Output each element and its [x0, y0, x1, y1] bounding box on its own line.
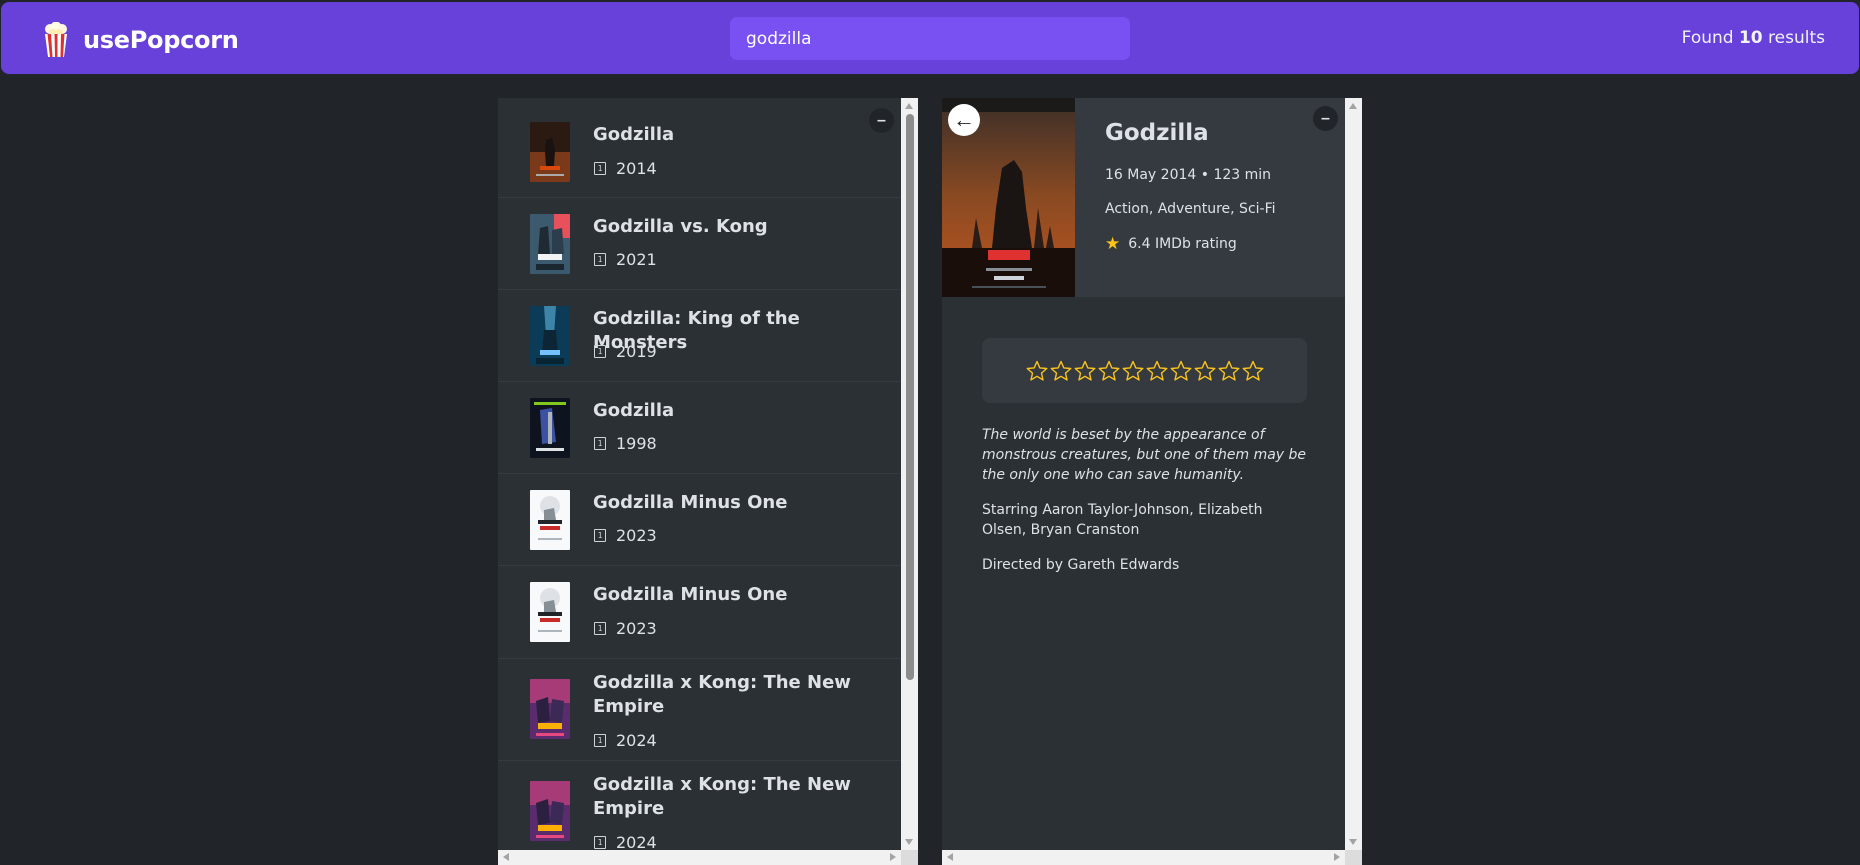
horizontal-scrollbar[interactable] — [942, 850, 1345, 865]
rating-star-icon[interactable] — [1169, 359, 1193, 383]
movie-details-box: – ← Godzilla 16 May 2014 • 123 min Actio… — [942, 98, 1362, 865]
movie-year-row: 1 2024 — [594, 731, 657, 750]
search-input[interactable] — [730, 17, 1130, 60]
star-rating[interactable] — [1025, 359, 1265, 383]
movie-title: Godzilla Minus One — [593, 584, 788, 605]
poster-thumbnail — [530, 582, 570, 642]
navbar: usePopcorn Found 10 results — [1, 2, 1859, 74]
rating-star-icon[interactable] — [1145, 359, 1169, 383]
plot: The world is beset by the appearance of … — [982, 427, 1307, 483]
app-name: usePopcorn — [83, 26, 239, 54]
release-runtime: 16 May 2014 • 123 min — [1105, 167, 1272, 183]
list-item[interactable]: Godzilla Minus One 1 2023 — [498, 474, 901, 566]
scroll-right-icon[interactable] — [890, 853, 896, 861]
rating-star-icon[interactable] — [1025, 359, 1049, 383]
imdb-rating-text: 6.4 IMDb rating — [1128, 236, 1237, 252]
rating-star-icon[interactable] — [1073, 359, 1097, 383]
calendar-icon: 1 — [594, 529, 606, 542]
rating-star-icon[interactable] — [1241, 359, 1265, 383]
movie-year-row: 1 2014 — [594, 159, 657, 178]
rating-star-icon[interactable] — [1049, 359, 1073, 383]
movie-year-row: 1 1998 — [594, 434, 657, 453]
movie-year: 2023 — [616, 619, 657, 638]
movie-list-box: – Godzilla 1 2014 Godzilla vs. Kong 1 20… — [498, 98, 918, 865]
logo: usePopcorn — [41, 22, 239, 58]
movie-title: Godzilla x Kong: The New Empire — [593, 672, 851, 717]
vertical-scrollbar[interactable] — [901, 98, 918, 850]
movie-title: Godzilla x Kong: The New Empire — [593, 774, 851, 819]
movie-year: 1998 — [616, 434, 657, 453]
movie-year: 2019 — [616, 342, 657, 361]
detail-title: Godzilla — [1105, 120, 1209, 146]
calendar-icon: 1 — [594, 437, 606, 450]
calendar-icon: 1 — [594, 734, 606, 747]
movie-title: Godzilla Minus One — [593, 492, 788, 513]
list-item[interactable]: Godzilla x Kong: The New Empire 1 2024 — [498, 659, 901, 761]
movie-year: 2024 — [616, 731, 657, 750]
poster-thumbnail — [530, 490, 570, 550]
calendar-icon: 1 — [594, 162, 606, 175]
list-item[interactable]: Godzilla Minus One 1 2023 — [498, 566, 901, 659]
popcorn-icon — [45, 22, 67, 57]
results-number: 10 — [1738, 28, 1763, 48]
poster-thumbnail — [530, 679, 570, 739]
starring: Starring Aaron Taylor-Johnson, Elizabeth… — [982, 502, 1263, 538]
scroll-down-icon[interactable] — [905, 839, 913, 845]
back-button[interactable]: ← — [948, 104, 980, 136]
horizontal-scrollbar[interactable] — [498, 850, 901, 865]
calendar-icon: 1 — [594, 622, 606, 635]
list-item[interactable]: Godzilla x Kong: The New Empire 1 2024 — [498, 761, 901, 863]
star-icon: ★ — [1105, 234, 1121, 254]
scrollbar-corner — [901, 850, 918, 865]
results-count: Found 10 results — [1682, 28, 1825, 48]
scroll-right-icon[interactable] — [1334, 853, 1340, 861]
collapse-details-button[interactable]: – — [1313, 106, 1338, 131]
scroll-left-icon[interactable] — [947, 853, 953, 861]
results-prefix: Found — [1681, 28, 1739, 48]
list-item[interactable]: Godzilla: King of the Monsters 1 2019 — [498, 290, 901, 382]
scroll-down-icon[interactable] — [1349, 839, 1357, 845]
user-rating-box — [982, 338, 1307, 403]
scroll-left-icon[interactable] — [503, 853, 509, 861]
rating-star-icon[interactable] — [1193, 359, 1217, 383]
scrollbar-thumb[interactable] — [906, 114, 914, 680]
imdb-rating: ★ 6.4 IMDb rating — [1105, 234, 1237, 254]
poster-thumbnail — [530, 214, 570, 274]
directed-by: Directed by Gareth Edwards — [982, 557, 1180, 573]
movie-year: 2021 — [616, 250, 657, 269]
movie-year-row: 1 2023 — [594, 526, 657, 545]
scroll-up-icon[interactable] — [905, 103, 913, 109]
calendar-icon: 1 — [594, 345, 606, 358]
list-item[interactable]: Godzilla 1 1998 — [498, 382, 901, 474]
genre: Action, Adventure, Sci-Fi — [1105, 201, 1276, 217]
movie-year-row: 1 2023 — [594, 619, 657, 638]
scrollbar-corner — [1345, 850, 1362, 865]
list-item[interactable]: Godzilla 1 2014 — [498, 98, 901, 198]
list-item[interactable]: Godzilla vs. Kong 1 2021 — [498, 198, 901, 290]
vertical-scrollbar[interactable] — [1345, 98, 1362, 850]
details-header: ← Godzilla 16 May 2014 • 123 min Action,… — [942, 98, 1345, 297]
movie-title: Godzilla — [593, 124, 675, 145]
rating-star-icon[interactable] — [1097, 359, 1121, 383]
movie-title: Godzilla — [593, 400, 675, 421]
poster-thumbnail — [530, 781, 570, 841]
movie-list: Godzilla 1 2014 Godzilla vs. Kong 1 2021… — [498, 98, 901, 863]
calendar-icon: 1 — [594, 836, 606, 849]
poster-thumbnail — [530, 122, 570, 182]
calendar-icon: 1 — [594, 253, 606, 266]
scroll-up-icon[interactable] — [1349, 103, 1357, 109]
movie-year: 2023 — [616, 526, 657, 545]
collapse-list-button[interactable]: – — [869, 108, 894, 133]
rating-star-icon[interactable] — [1121, 359, 1145, 383]
movie-year-row: 1 2019 — [594, 342, 657, 361]
movie-year-row: 1 2021 — [594, 250, 657, 269]
movie-title: Godzilla vs. Kong — [593, 216, 768, 237]
movie-year: 2014 — [616, 159, 657, 178]
poster-thumbnail — [530, 398, 570, 458]
rating-star-icon[interactable] — [1217, 359, 1241, 383]
results-suffix: results — [1762, 28, 1825, 48]
poster-thumbnail — [530, 306, 570, 366]
